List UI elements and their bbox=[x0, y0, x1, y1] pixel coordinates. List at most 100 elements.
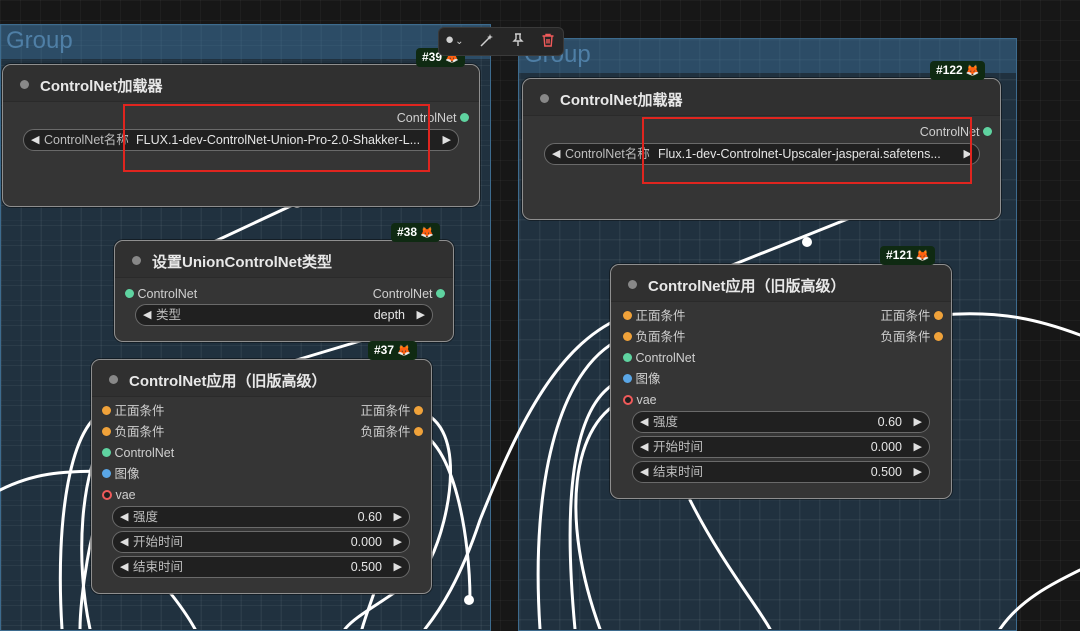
input-controlnet[interactable]: ControlNet bbox=[125, 287, 197, 301]
input-dot[interactable] bbox=[102, 469, 111, 479]
reroute-dot[interactable] bbox=[802, 237, 812, 247]
output-dot[interactable] bbox=[983, 127, 992, 137]
highlight-box bbox=[642, 117, 972, 184]
input-dot[interactable] bbox=[125, 289, 134, 299]
arrow-right-icon[interactable]: ▶ bbox=[914, 437, 922, 457]
arrow-left-icon[interactable]: ◀ bbox=[552, 144, 560, 164]
badge-id: #121 bbox=[886, 248, 913, 262]
input-label: 图像 bbox=[635, 372, 661, 386]
widget-type[interactable]: ◀ 类型 depth ▶ bbox=[135, 304, 433, 326]
arrow-left-icon[interactable]: ◀ bbox=[120, 557, 128, 577]
arrow-right-icon[interactable]: ▶ bbox=[394, 507, 402, 527]
pin-button[interactable] bbox=[510, 32, 526, 51]
arrow-left-icon[interactable]: ◀ bbox=[120, 532, 128, 552]
node-header[interactable]: 设置UnionControlNet类型 bbox=[115, 241, 453, 278]
bypass-button[interactable] bbox=[479, 32, 495, 51]
input-label: 正面条件 bbox=[114, 404, 165, 418]
collapse-dot[interactable] bbox=[628, 280, 637, 289]
input-dot[interactable] bbox=[623, 332, 632, 342]
input-dot[interactable] bbox=[623, 374, 632, 384]
input-image[interactable]: 图像 bbox=[102, 467, 140, 481]
fox-icon: 🦊 bbox=[397, 345, 411, 357]
delete-button[interactable] bbox=[540, 32, 556, 51]
input-image[interactable]: 图像 bbox=[623, 372, 661, 386]
badge-id: #122 bbox=[936, 63, 963, 77]
input-dot[interactable] bbox=[623, 311, 632, 321]
arrow-left-icon[interactable]: ◀ bbox=[640, 437, 648, 457]
widget-label: 开始时间 bbox=[133, 535, 184, 549]
input-positive[interactable]: 正面条件 bbox=[102, 404, 165, 418]
color-picker-button[interactable]: ●⌄ bbox=[445, 31, 463, 48]
node-title: ControlNet加载器 bbox=[560, 92, 683, 109]
output-negative[interactable]: 负面条件 bbox=[361, 425, 423, 439]
arrow-left-icon[interactable]: ◀ bbox=[640, 462, 648, 482]
output-controlnet[interactable]: ControlNet bbox=[373, 287, 445, 301]
color-icon: ● bbox=[445, 31, 455, 48]
output-dot[interactable] bbox=[460, 113, 469, 123]
node-controlnet-apply-37[interactable]: ControlNet应用（旧版高级） 正面条件 负面条件 ControlNet … bbox=[91, 359, 432, 594]
arrow-right-icon[interactable]: ▶ bbox=[914, 412, 922, 432]
arrow-right-icon[interactable]: ▶ bbox=[394, 557, 402, 577]
arrow-right-icon[interactable]: ▶ bbox=[443, 130, 451, 150]
input-dot[interactable] bbox=[102, 448, 111, 458]
collapse-dot[interactable] bbox=[20, 80, 29, 89]
input-controlnet[interactable]: ControlNet bbox=[623, 351, 695, 365]
reroute-dot[interactable] bbox=[464, 595, 474, 605]
input-dot[interactable] bbox=[623, 353, 632, 363]
widget-start-percent[interactable]: ◀ 开始时间 0.000 ▶ bbox=[112, 531, 410, 553]
arrow-right-icon[interactable]: ▶ bbox=[914, 462, 922, 482]
node-title: ControlNet加载器 bbox=[40, 78, 163, 95]
input-dot[interactable] bbox=[102, 427, 111, 437]
node-controlnet-apply-121[interactable]: ControlNet应用（旧版高级） 正面条件 负面条件 ControlNet … bbox=[610, 264, 952, 499]
selection-toolbar: ●⌄ bbox=[438, 27, 564, 56]
fox-icon: 🦊 bbox=[965, 65, 980, 77]
input-label: ControlNet bbox=[114, 446, 175, 460]
input-dot[interactable] bbox=[623, 394, 633, 405]
widget-strength[interactable]: ◀ 强度 0.60 ▶ bbox=[632, 411, 930, 433]
input-controlnet[interactable]: ControlNet bbox=[102, 446, 174, 460]
arrow-left-icon[interactable]: ◀ bbox=[640, 412, 648, 432]
node-header[interactable]: ControlNet应用（旧版高级） bbox=[611, 265, 951, 302]
widget-label: 结束时间 bbox=[133, 560, 184, 574]
input-negative[interactable]: 负面条件 bbox=[102, 425, 165, 439]
output-positive[interactable]: 正面条件 bbox=[881, 309, 943, 323]
group-title: Group bbox=[6, 27, 73, 54]
output-positive[interactable]: 正面条件 bbox=[361, 404, 423, 418]
input-dot[interactable] bbox=[102, 489, 112, 500]
widget-strength[interactable]: ◀ 强度 0.60 ▶ bbox=[112, 506, 410, 528]
collapse-dot[interactable] bbox=[132, 256, 141, 265]
collapse-dot[interactable] bbox=[109, 375, 118, 384]
node-header[interactable]: ControlNet应用（旧版高级） bbox=[92, 360, 431, 397]
output-dot[interactable] bbox=[934, 311, 943, 321]
output-dot[interactable] bbox=[436, 289, 445, 299]
input-label: ControlNet bbox=[137, 287, 198, 301]
widget-start-percent[interactable]: ◀ 开始时间 0.000 ▶ bbox=[632, 436, 930, 458]
arrow-left-icon[interactable]: ◀ bbox=[143, 305, 151, 325]
node-set-union-type-38[interactable]: 设置UnionControlNet类型 ControlNet ControlNe… bbox=[114, 240, 454, 342]
arrow-right-icon[interactable]: ▶ bbox=[417, 305, 425, 325]
arrow-left-icon[interactable]: ◀ bbox=[31, 130, 39, 150]
fox-icon: 🦊 bbox=[420, 227, 434, 239]
collapse-dot[interactable] bbox=[540, 94, 549, 103]
input-dot[interactable] bbox=[102, 406, 111, 416]
input-positive[interactable]: 正面条件 bbox=[623, 309, 686, 323]
input-label: ControlNet bbox=[635, 351, 696, 365]
input-vae[interactable]: vae bbox=[623, 393, 657, 407]
arrow-right-icon[interactable]: ▶ bbox=[394, 532, 402, 552]
output-dot[interactable] bbox=[934, 332, 943, 342]
output-dot[interactable] bbox=[414, 406, 423, 416]
widget-end-percent[interactable]: ◀ 结束时间 0.500 ▶ bbox=[112, 556, 410, 578]
widget-label: 类型 bbox=[156, 308, 182, 322]
arrow-left-icon[interactable]: ◀ bbox=[120, 507, 128, 527]
widget-end-percent[interactable]: ◀ 结束时间 0.500 ▶ bbox=[632, 461, 930, 483]
widget-label: 强度 bbox=[133, 510, 159, 524]
node-header[interactable]: ControlNet加载器 bbox=[523, 79, 1000, 116]
output-negative[interactable]: 负面条件 bbox=[881, 330, 943, 344]
output-dot[interactable] bbox=[414, 427, 423, 437]
input-vae[interactable]: vae bbox=[102, 488, 136, 502]
input-negative[interactable]: 负面条件 bbox=[623, 330, 686, 344]
node-header[interactable]: ControlNet加载器 bbox=[3, 65, 479, 102]
input-label: 负面条件 bbox=[635, 330, 686, 344]
widget-label: 强度 bbox=[653, 415, 679, 429]
chevron-down-icon: ⌄ bbox=[455, 36, 464, 47]
